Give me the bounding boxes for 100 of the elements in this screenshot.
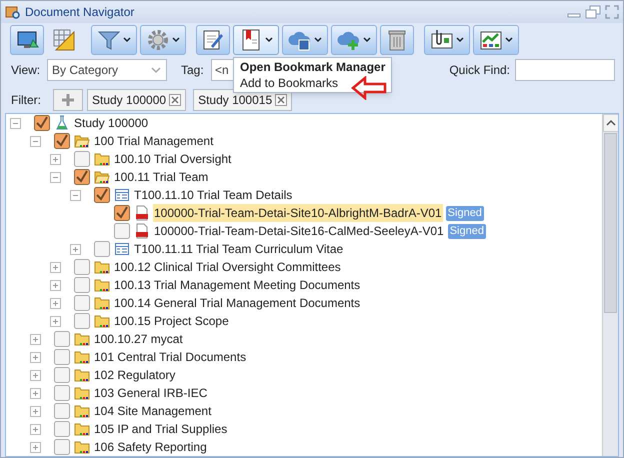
- checkbox[interactable]: [74, 151, 90, 167]
- checkbox[interactable]: [74, 277, 90, 293]
- form-icon: [114, 241, 130, 257]
- folder-icon: [94, 295, 110, 311]
- tree-node-label[interactable]: 100.14 General Trial Management Documents: [113, 294, 362, 312]
- tree-node-label[interactable]: T100.11.11 Trial Team Curriculum Vitae: [133, 240, 344, 258]
- folder-icon: [94, 151, 110, 167]
- caret-icon: [123, 37, 131, 43]
- tag-label: Tag:: [181, 62, 205, 79]
- pen-paper-button[interactable]: [196, 25, 230, 55]
- tree-node-label[interactable]: 100.11 Trial Team: [113, 168, 210, 186]
- scrollbar[interactable]: [602, 114, 618, 456]
- filter-chip[interactable]: Study 100000: [87, 89, 186, 111]
- arrow-icon: [351, 76, 387, 100]
- checkbox[interactable]: [54, 385, 70, 401]
- tree-node-label[interactable]: 100.15 Project Scope: [113, 312, 230, 330]
- trash-button[interactable]: [380, 25, 414, 55]
- expand-icon[interactable]: [50, 316, 61, 326]
- tree-node-label[interactable]: 102 Regulatory: [93, 366, 176, 384]
- maximize-icon[interactable]: [605, 5, 619, 19]
- checkbox[interactable]: [74, 169, 90, 185]
- tree-node-label[interactable]: 100 Trial Management: [93, 132, 214, 150]
- folder-icon: [74, 403, 90, 419]
- expand-icon[interactable]: [30, 424, 41, 434]
- checkbox[interactable]: [54, 331, 70, 347]
- box-magnifier-icon: [5, 4, 21, 20]
- tree-node-label[interactable]: 100.12 Clinical Trial Oversight Committees: [113, 258, 342, 276]
- plus-icon: [61, 93, 75, 107]
- document-name[interactable]: 100000-Trial-Team-Detai-Site10-AlbrightM-BadrA-V01: [153, 204, 443, 222]
- expand-icon[interactable]: [50, 154, 61, 164]
- expand-icon[interactable]: [50, 280, 61, 290]
- expand-icon[interactable]: [50, 262, 61, 272]
- tree-node-label[interactable]: 100.10.27 mycat: [93, 330, 184, 348]
- folder-icon: [74, 385, 90, 401]
- folder-icon: [94, 277, 110, 293]
- pdf-icon: [134, 223, 150, 239]
- pen-paper-icon: [201, 28, 225, 52]
- checkbox[interactable]: [54, 133, 70, 149]
- collapse-icon[interactable]: [30, 136, 41, 146]
- status-badge: Signed: [448, 224, 486, 238]
- checkbox[interactable]: [54, 421, 70, 437]
- expand-icon[interactable]: [30, 370, 41, 380]
- checkbox[interactable]: [74, 295, 90, 311]
- folder-icon: [74, 421, 90, 437]
- chart-button[interactable]: [473, 25, 519, 55]
- expand-icon[interactable]: [50, 298, 61, 308]
- close-icon[interactable]: [275, 94, 288, 106]
- cloud-disk-button[interactable]: [282, 25, 328, 55]
- tree-node-label[interactable]: 104 Site Management: [93, 402, 212, 420]
- expand-icon[interactable]: [30, 352, 41, 362]
- expand-icon[interactable]: [30, 406, 41, 416]
- expand-icon[interactable]: [30, 388, 41, 398]
- checkbox[interactable]: [54, 403, 70, 419]
- status-badge: Signed: [446, 206, 484, 220]
- checkbox[interactable]: [54, 439, 70, 455]
- tree-node-label[interactable]: Study 100000: [73, 114, 150, 132]
- card-paperclip-button[interactable]: [424, 25, 470, 55]
- tree-node-label[interactable]: 101 Central Trial Documents: [93, 348, 248, 366]
- collapse-icon[interactable]: [70, 190, 81, 200]
- checkbox[interactable]: [74, 259, 90, 275]
- pdf-icon: [134, 205, 150, 221]
- gear-button[interactable]: [140, 25, 186, 55]
- book-bookmark-button[interactable]: [233, 25, 279, 55]
- checkbox[interactable]: [94, 241, 110, 257]
- cloud-plus-button[interactable]: [331, 25, 377, 55]
- expand-icon[interactable]: [30, 442, 41, 452]
- expand-icon[interactable]: [30, 334, 41, 344]
- checkbox[interactable]: [114, 223, 130, 239]
- quick-find-field[interactable]: [515, 59, 615, 81]
- checkbox[interactable]: [94, 187, 110, 203]
- tree-node-label[interactable]: 103 General IRB-IEC: [93, 384, 208, 402]
- checkbox[interactable]: [114, 205, 130, 221]
- document-name[interactable]: 100000-Trial-Team-Detai-Site16-CalMed-SeeleyA-V01: [153, 222, 445, 240]
- monitor-button[interactable]: [10, 25, 44, 55]
- tree-node-label[interactable]: 106 Safety Reporting: [93, 438, 208, 456]
- chip-label: Study 100000: [92, 92, 166, 109]
- collapse-icon[interactable]: [50, 172, 61, 182]
- collapse-icon[interactable]: [10, 118, 21, 128]
- checkbox[interactable]: [74, 313, 90, 329]
- view-label: View:: [11, 62, 42, 79]
- caret-icon: [363, 37, 371, 43]
- tree-node-label[interactable]: 100.10 Trial Oversight: [113, 150, 232, 168]
- caret-icon: [150, 66, 162, 74]
- close-icon[interactable]: [169, 94, 182, 106]
- tree-node-label[interactable]: 100.13 Trial Management Meeting Documents: [113, 276, 362, 294]
- funnel-button[interactable]: [91, 25, 137, 55]
- checkbox[interactable]: [54, 367, 70, 383]
- scrollbar-thumb[interactable]: [604, 133, 617, 313]
- checkbox[interactable]: [54, 349, 70, 365]
- form-icon: [114, 187, 130, 203]
- grid-ruler-icon: [52, 28, 76, 52]
- tree-node-label[interactable]: T100.11.10 Trial Team Details: [133, 186, 294, 204]
- tree-node-label[interactable]: 105 IP and Trial Supplies: [93, 420, 228, 438]
- view-dropdown[interactable]: By Category: [47, 59, 167, 81]
- add-filter-button[interactable]: [53, 89, 83, 111]
- expand-icon[interactable]: [70, 244, 81, 254]
- scroll-up-icon[interactable]: [603, 114, 618, 132]
- checkbox[interactable]: [34, 115, 50, 131]
- window-title: Document Navigator: [25, 4, 136, 21]
- restore-icon[interactable]: [585, 5, 601, 19]
